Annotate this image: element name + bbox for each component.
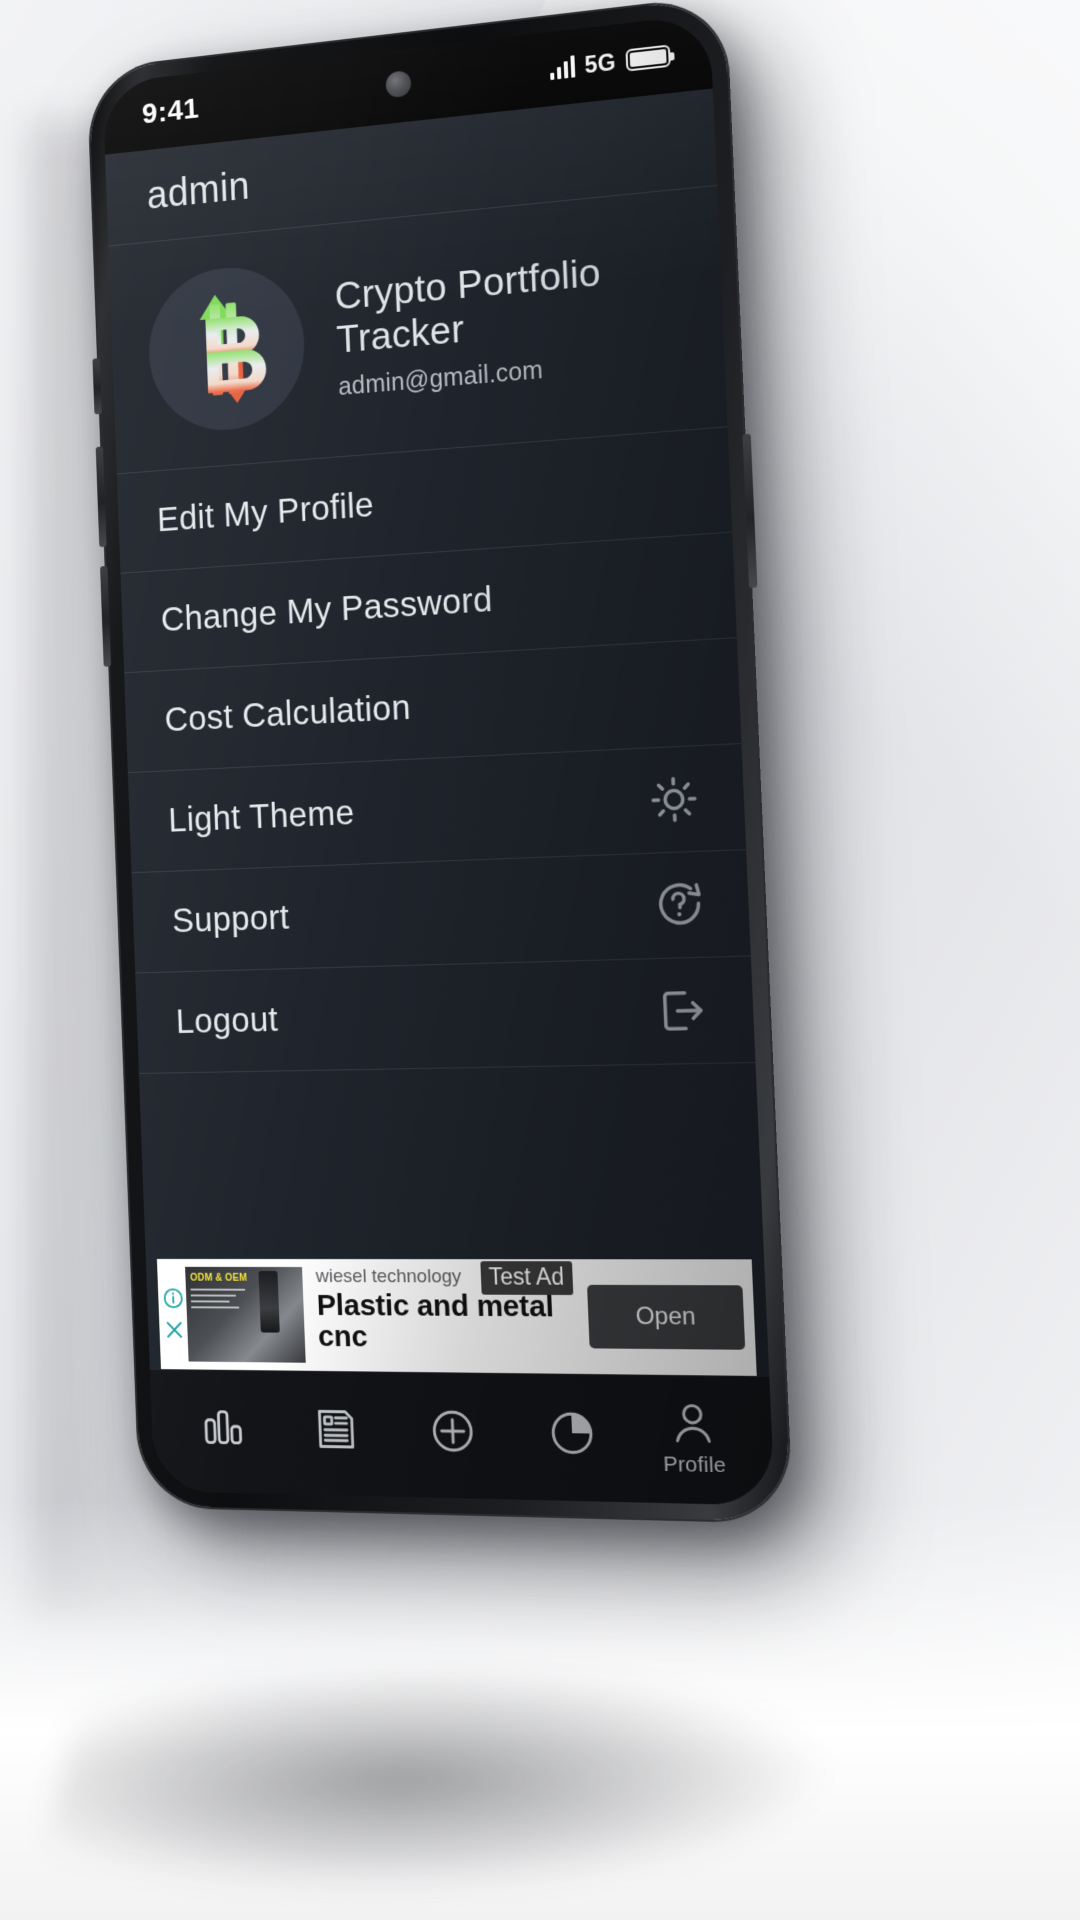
status-clock: 9:41 bbox=[141, 92, 200, 131]
settings-menu: Edit My Profile Change My Password Cost … bbox=[116, 427, 756, 1074]
nav-markets[interactable] bbox=[166, 1401, 280, 1456]
ad-test-badge: Test Ad bbox=[480, 1261, 573, 1296]
profile-texts: Crypto Portfolio Tracker admin@gmail.com bbox=[334, 244, 684, 402]
ad-headline: Plastic and metal cnc bbox=[316, 1288, 555, 1354]
menu-item-label: Cost Calculation bbox=[163, 687, 412, 740]
close-icon[interactable] bbox=[163, 1318, 186, 1342]
menu-item-label: Edit My Profile bbox=[156, 485, 375, 540]
menu-item-label: Change My Password bbox=[160, 579, 494, 640]
person-icon bbox=[666, 1396, 720, 1449]
bitcoin-up-down-arrows-logo bbox=[198, 293, 267, 405]
studio-scene: 9:41 5G admin Crypto Portfolio Tracker a… bbox=[0, 0, 1080, 1920]
ad-thumb-lines bbox=[190, 1288, 246, 1313]
ad-thumb-machine bbox=[258, 1270, 280, 1333]
phone-screen: 9:41 5G admin Crypto Portfolio Tracker a… bbox=[102, 13, 775, 1506]
content-spacer bbox=[138, 1063, 765, 1260]
phone-drop-shadow bbox=[36, 1670, 844, 1890]
ad-thumb-tag: ODM & OEM bbox=[190, 1272, 248, 1284]
silent-switch[interactable] bbox=[92, 358, 102, 415]
status-indicators: 5G bbox=[549, 42, 671, 83]
network-type-label: 5G bbox=[583, 48, 617, 78]
sun-icon bbox=[646, 772, 701, 827]
nav-add[interactable] bbox=[393, 1404, 513, 1461]
nav-news[interactable] bbox=[278, 1403, 395, 1459]
bar-chart-icon bbox=[198, 1402, 247, 1452]
ad-open-button[interactable]: Open bbox=[587, 1284, 746, 1350]
nav-profile[interactable]: Profile bbox=[630, 1396, 757, 1479]
news-document-icon bbox=[311, 1403, 361, 1454]
phone-device: 9:41 5G admin Crypto Portfolio Tracker a… bbox=[88, 0, 792, 1522]
menu-item-label: Support bbox=[171, 897, 290, 941]
menu-item-logout[interactable]: Logout bbox=[135, 956, 756, 1074]
ad-thumbnail: ODM & OEM bbox=[185, 1266, 306, 1363]
ad-controls bbox=[157, 1259, 189, 1369]
nav-portfolio[interactable] bbox=[511, 1406, 634, 1463]
ad-banner[interactable]: ODM & OEM wiesel technology Test Ad Plas… bbox=[156, 1258, 757, 1376]
app-content: admin Crypto Portfolio Tracker admin@gma… bbox=[105, 88, 775, 1506]
plus-circle-icon bbox=[427, 1405, 478, 1457]
info-icon[interactable] bbox=[162, 1286, 185, 1310]
avatar[interactable] bbox=[146, 260, 308, 436]
menu-item-label: Logout bbox=[175, 1000, 279, 1041]
battery-full-icon bbox=[625, 44, 671, 72]
ad-text: wiesel technology Test Ad Plastic and me… bbox=[302, 1259, 585, 1374]
question-mark-speech-bubble-icon bbox=[651, 877, 706, 932]
app-name-label: Crypto Portfolio Tracker bbox=[333, 251, 602, 362]
logout-arrow-icon bbox=[655, 983, 711, 1038]
bottom-navigation-bar: Profile bbox=[149, 1368, 775, 1506]
phone-chassis: 9:41 5G admin Crypto Portfolio Tracker a… bbox=[88, 0, 792, 1522]
pie-chart-icon bbox=[545, 1407, 597, 1459]
menu-item-label: Light Theme bbox=[167, 793, 356, 840]
nav-label: Profile bbox=[662, 1451, 727, 1477]
signal-bars-icon bbox=[549, 55, 576, 81]
